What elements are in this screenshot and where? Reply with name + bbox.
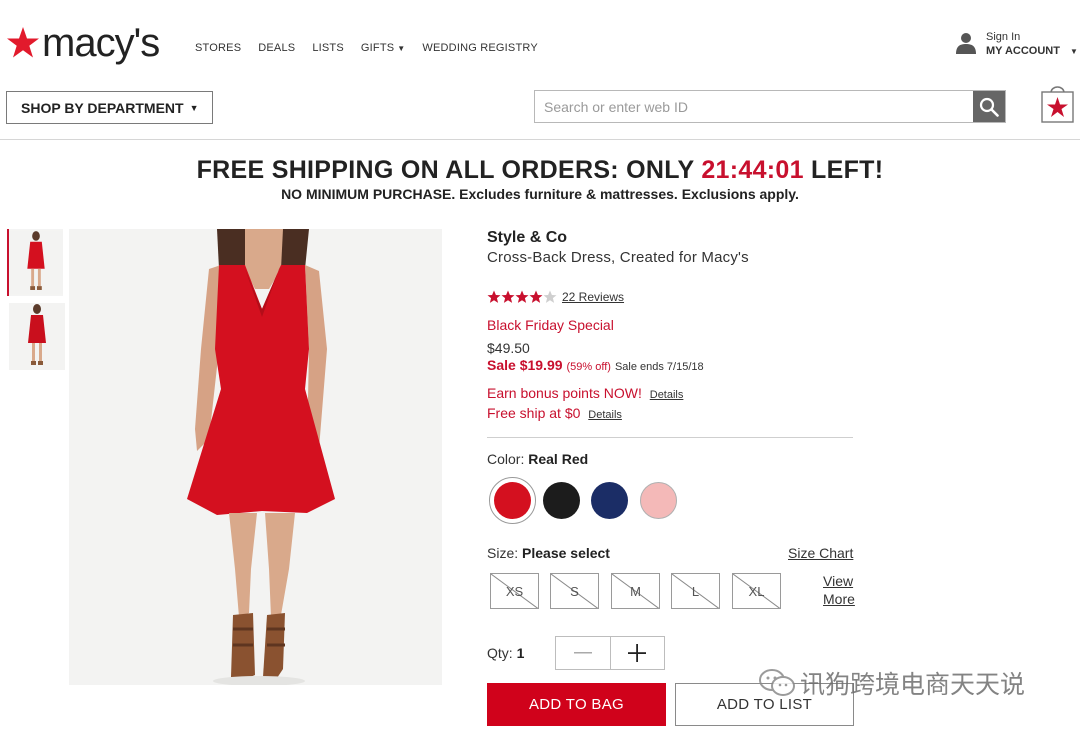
size-chart-link[interactable]: Size Chart <box>788 545 853 561</box>
star-filled-icon <box>515 290 529 303</box>
free-ship-text: Free ship at $0 <box>487 405 581 421</box>
promo-headline: FREE SHIPPING ON ALL ORDERS: ONLY 21:44:… <box>0 155 1080 185</box>
dress-model-image <box>69 229 442 685</box>
reviews-link[interactable]: 22 Reviews <box>562 290 624 304</box>
promo-headline-text: FREE SHIPPING ON ALL ORDERS: ONLY <box>196 156 702 184</box>
product-brand[interactable]: Style & Co <box>487 229 567 247</box>
star-filled-icon <box>501 290 515 303</box>
sale-percent-off: (59% off) <box>566 361 611 373</box>
quantity-stepper <box>555 636 665 670</box>
nav-deals[interactable]: DEALS <box>258 42 295 54</box>
star-icon <box>7 27 39 58</box>
size-label-s: S <box>570 583 579 599</box>
watermark-text: 讯狗跨境电商天天说 <box>800 671 1026 699</box>
product-main-image[interactable] <box>69 229 442 685</box>
free-ship-details-link[interactable]: Details <box>588 409 622 421</box>
selected-size: Please select <box>522 545 610 561</box>
view-more-line-2: More <box>823 591 855 607</box>
search-button[interactable] <box>973 91 1005 122</box>
star-filled-icon <box>487 290 501 303</box>
color-swatch-black[interactable] <box>543 482 580 519</box>
nav-lists[interactable]: LISTS <box>312 42 344 54</box>
shop-by-department-button[interactable]: SHOP BY DEPARTMENT ▼ <box>6 91 213 124</box>
promo-subline: NO MINIMUM PURCHASE. Excludes furniture … <box>281 186 799 202</box>
add-to-bag-button[interactable]: ADD TO BAG <box>487 683 666 726</box>
dress-thumbnail-image <box>9 303 65 370</box>
star-filled-icon <box>529 290 543 303</box>
size-option-m[interactable]: M <box>611 573 660 609</box>
dress-thumbnail-image <box>9 230 63 295</box>
wechat-icon <box>759 669 795 696</box>
size-label-xl: XL <box>748 583 765 599</box>
color-label: Color: Real Red <box>487 451 588 467</box>
search-input[interactable] <box>535 91 973 122</box>
caret-down-icon: ▼ <box>1069 47 1078 56</box>
size-label: Size: Please select <box>487 545 610 561</box>
macys-logo[interactable]: macy's <box>6 21 160 65</box>
view-more-sizes-link[interactable]: View More <box>823 572 855 608</box>
sale-price-row: Sale $19.99 (59% off) Sale ends 7/15/18 <box>487 357 704 373</box>
bonus-details-link[interactable]: Details <box>650 389 684 401</box>
nav-wedding-registry[interactable]: WEDDING REGISTRY <box>422 42 537 54</box>
size-label-l: L <box>691 583 700 599</box>
size-option-l[interactable]: L <box>671 573 720 609</box>
size-label-text: Size: <box>487 545 519 561</box>
rating-stars <box>487 290 557 304</box>
free-ship-offer: Free ship at $0 Details <box>487 405 622 421</box>
size-label-xs: XS <box>505 583 524 599</box>
promo-label: Black Friday Special <box>487 317 614 333</box>
search-icon <box>979 97 999 117</box>
wechat-watermark: 讯狗跨境电商天天说 <box>758 665 1025 701</box>
color-swatch-pink[interactable] <box>640 482 677 519</box>
size-option-s[interactable]: S <box>550 573 599 609</box>
caret-down-icon: ▼ <box>397 44 406 53</box>
my-account-label: MY ACCOUNT <box>986 45 1060 57</box>
caret-down-icon: ▼ <box>189 102 199 113</box>
color-swatch-red[interactable] <box>494 482 531 519</box>
nav-stores[interactable]: STORES <box>195 42 241 54</box>
increase-quantity-button[interactable] <box>611 637 665 669</box>
quantity-label: Qty: 1 <box>487 645 524 661</box>
shop-by-department-label: SHOP BY DEPARTMENT <box>21 99 184 116</box>
product-thumbnail-2[interactable] <box>9 303 65 370</box>
color-label-text: Color: <box>487 451 525 467</box>
star-empty-icon <box>543 290 557 303</box>
size-option-xl[interactable]: XL <box>732 573 781 609</box>
size-label-m: M <box>630 583 641 599</box>
promo-countdown: 21:44:01 <box>701 156 804 184</box>
product-name: Cross-Back Dress, Created for Macy's <box>487 249 749 266</box>
view-more-line-1: View <box>823 573 854 589</box>
account-menu[interactable]: Sign In MY ACCOUNT ▼ <box>956 30 1078 59</box>
product-thumbnail-1[interactable] <box>7 229 63 296</box>
size-option-xs[interactable]: XS <box>490 573 539 609</box>
nav-gifts-label: GIFTS <box>360 42 395 54</box>
sale-price: Sale $19.99 <box>487 357 563 373</box>
minus-icon <box>573 652 592 654</box>
selected-color: Real Red <box>528 451 589 467</box>
quantity-label-text: Qty: <box>487 645 513 661</box>
bonus-points-offer: Earn bonus points NOW! Details <box>487 385 683 401</box>
original-price: $49.50 <box>487 340 530 356</box>
plus-icon <box>628 644 647 662</box>
logo-wordmark: macy's <box>42 21 160 65</box>
info-divider <box>487 437 853 438</box>
quantity-value: 1 <box>516 645 525 661</box>
header-divider <box>0 139 1080 140</box>
promo-headline-end: LEFT! <box>803 156 884 184</box>
top-nav: STORES DEALS LISTS GIFTS ▼ WEDDING REGIST… <box>195 42 538 54</box>
shopping-bag-icon[interactable] <box>1041 81 1074 123</box>
decrease-quantity-button[interactable] <box>556 637 611 669</box>
user-icon <box>956 33 976 54</box>
nav-gifts[interactable]: GIFTS ▼ <box>361 42 406 54</box>
bonus-points-text: Earn bonus points NOW! <box>487 385 642 401</box>
sale-end-date: Sale ends 7/15/18 <box>614 361 704 373</box>
promo-banner: FREE SHIPPING ON ALL ORDERS: ONLY 21:44:… <box>0 155 1080 202</box>
color-swatch-navy[interactable] <box>591 482 628 519</box>
search-bar <box>534 90 1006 123</box>
sign-in-link[interactable]: Sign In <box>986 30 1078 44</box>
product-rating[interactable]: 22 Reviews <box>487 290 624 304</box>
